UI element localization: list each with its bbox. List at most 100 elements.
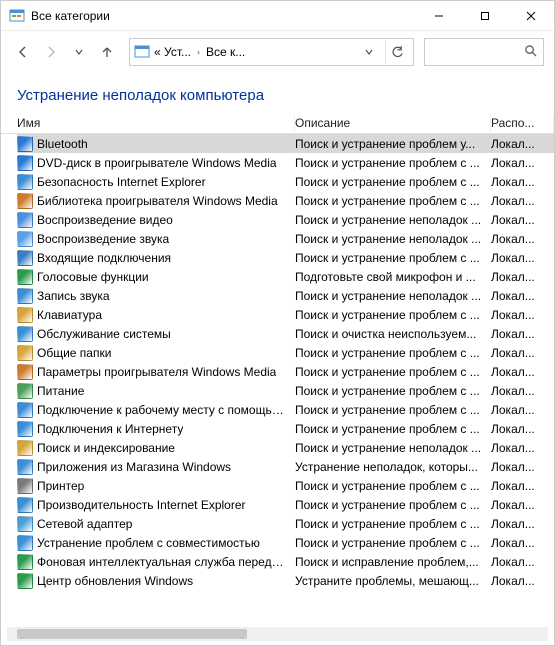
item-name: Приложения из Магазина Windows [37,460,231,474]
list-item[interactable]: Воспроизведение видеоПоиск и устранение … [17,210,554,229]
list-item[interactable]: ПринтерПоиск и устранение проблем с ...Л… [17,476,554,495]
item-name: Параметры проигрывателя Windows Media [37,365,276,379]
list-item[interactable]: BluetoothПоиск и устранение проблем у...… [17,134,554,153]
list-item[interactable]: DVD-диск в проигрывателе Windows Media По… [17,153,554,172]
horizontal-scrollbar[interactable] [7,627,548,641]
item-location: Локал... [491,346,554,360]
item-location: Локал... [491,308,554,322]
minimize-button[interactable] [416,1,462,31]
list-item[interactable]: КлавиатураПоиск и устранение проблем с .… [17,305,554,324]
list-item[interactable]: Производительность Internet ExplorerПоис… [17,495,554,514]
item-desc: Поиск и устранение проблем с ... [295,517,491,531]
item-location: Локал... [491,498,554,512]
recent-locations-button[interactable] [67,40,91,64]
troubleshooter-icon [17,516,33,532]
list-item[interactable]: Воспроизведение звукаПоиск и устранение … [17,229,554,248]
item-name: Запись звука [37,289,110,303]
item-desc: Поиск и устранение проблем с ... [295,403,491,417]
item-location: Локал... [491,175,554,189]
troubleshooter-icon [17,345,33,361]
nav-toolbar: « Уст... › Все к... [1,31,554,73]
item-name: Поиск и индексирование [37,441,175,455]
item-name: Голосовые функции [37,270,149,284]
item-location: Локал... [491,403,554,417]
breadcrumb-part-2[interactable]: Все к... [206,45,245,59]
breadcrumb-separator-icon[interactable]: › [195,47,202,57]
window-title: Все категории [31,9,416,23]
list-item[interactable]: Безопасность Internet ExplorerПоиск и ус… [17,172,554,191]
item-name: Общие папки [37,346,111,360]
troubleshooter-list: BluetoothПоиск и устранение проблем у...… [1,134,554,625]
column-header-loc[interactable]: Распо... [491,114,554,132]
page-title: Устранение неполадок компьютера [1,73,554,112]
item-name: Принтер [37,479,84,493]
item-name: Сетевой адаптер [37,517,132,531]
scrollbar-thumb[interactable] [17,629,247,639]
list-item[interactable]: Параметры проигрывателя Windows MediaПои… [17,362,554,381]
app-icon [9,8,25,24]
address-dropdown-button[interactable] [357,40,381,64]
list-item[interactable]: Библиотека проигрывателя Windows MediaПо… [17,191,554,210]
list-item[interactable]: Центр обновления Windows Устраните пробле… [17,571,554,590]
item-location: Локал... [491,289,554,303]
list-item[interactable]: Сетевой адаптер Поиск и устранение пробле… [17,514,554,533]
list-item[interactable]: Голосовые функцииПодготовьте свой микроф… [17,267,554,286]
item-location: Локал... [491,137,554,151]
item-location: Локал... [491,270,554,284]
item-location: Локал... [491,365,554,379]
item-desc: Поиск и устранение проблем с ... [295,346,491,360]
list-item[interactable]: Подключение к рабочему месту с помощью .… [17,400,554,419]
list-item[interactable]: Обслуживание системыПоиск и очистка неис… [17,324,554,343]
item-desc: Поиск и устранение проблем с ... [295,422,491,436]
item-location: Локал... [491,327,554,341]
list-item[interactable]: Фоновая интеллектуальная служба передачи… [17,552,554,571]
item-name: DVD-диск в проигрывателе Windows Media [37,156,277,170]
troubleshooter-icon [17,326,33,342]
item-desc: Поиск и устранение неполадок ... [295,441,491,455]
address-bar[interactable]: « Уст... › Все к... [129,38,414,66]
item-location: Локал... [491,460,554,474]
item-location: Локал... [491,555,554,569]
column-header-name[interactable]: Имя [17,114,295,132]
item-desc: Поиск и устранение проблем с ... [295,536,491,550]
item-desc: Устраните проблемы, мешающ... [295,574,491,588]
item-location: Локал... [491,251,554,265]
list-item[interactable]: Общие папки Поиск и устранение проблем с … [17,343,554,362]
list-item[interactable]: Подключения к ИнтернетуПоиск и устранени… [17,419,554,438]
item-location: Локал... [491,213,554,227]
item-desc: Поиск и устранение неполадок ... [295,289,491,303]
troubleshooter-icon [17,554,33,570]
item-name: Производительность Internet Explorer [37,498,246,512]
item-desc: Поиск и устранение проблем с ... [295,251,491,265]
refresh-button[interactable] [385,40,409,64]
item-desc: Поиск и устранение проблем с ... [295,194,491,208]
item-desc: Поиск и исправление проблем,... [295,555,491,569]
list-item[interactable]: Приложения из Магазина WindowsУстранение… [17,457,554,476]
item-name: Питание [37,384,84,398]
list-item[interactable]: Входящие подключенияПоиск и устранение п… [17,248,554,267]
up-button[interactable] [95,40,119,64]
troubleshooter-icon [17,440,33,456]
list-item[interactable]: Поиск и индексирование Поиск и устранение… [17,438,554,457]
search-box[interactable] [424,38,544,66]
troubleshooter-icon [17,497,33,513]
item-desc: Поиск и устранение проблем с ... [295,479,491,493]
list-item[interactable]: Устранение проблем с совместимостьюПоиск… [17,533,554,552]
troubleshooter-icon [17,573,33,589]
item-desc: Поиск и устранение проблем с ... [295,175,491,189]
maximize-button[interactable] [462,1,508,31]
forward-button[interactable] [39,40,63,64]
item-desc: Поиск и устранение проблем с ... [295,156,491,170]
item-name: Центр обновления Windows [37,574,193,588]
item-location: Локал... [491,536,554,550]
list-item[interactable]: ПитаниеПоиск и устранение проблем с ...Л… [17,381,554,400]
close-button[interactable] [508,1,554,31]
column-headers: Имя Описание Распо... [1,112,554,134]
troubleshooter-icon [17,193,33,209]
list-item[interactable]: Запись звука Поиск и устранение неполадок… [17,286,554,305]
back-button[interactable] [11,40,35,64]
item-location: Локал... [491,156,554,170]
column-header-desc[interactable]: Описание [295,114,491,132]
troubleshooter-icon [17,459,33,475]
breadcrumb-part-1[interactable]: « Уст... [154,45,191,59]
